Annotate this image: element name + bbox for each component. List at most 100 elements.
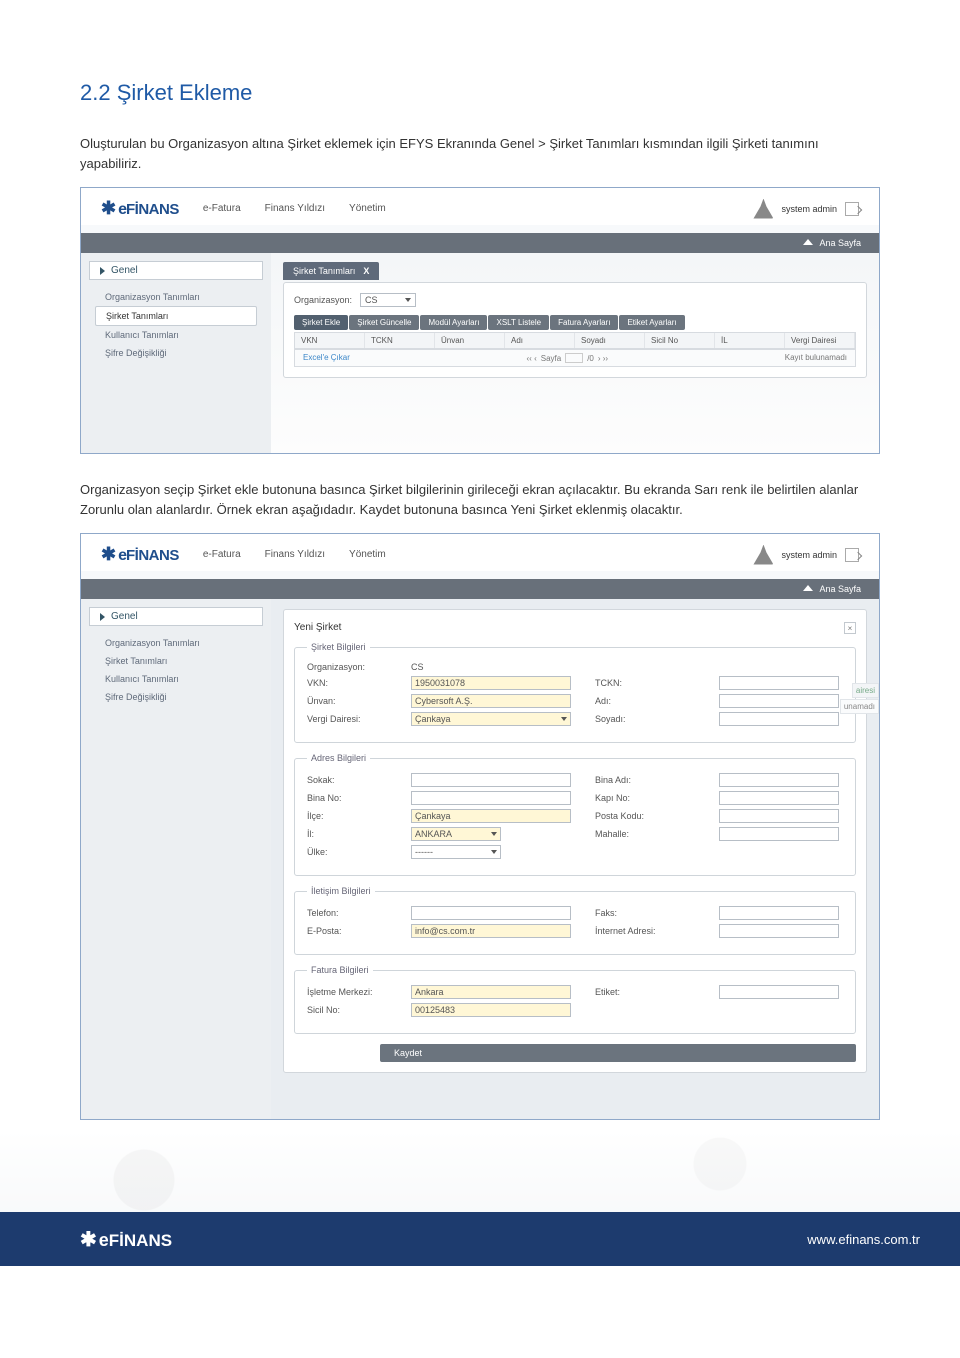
user-name: system admin <box>781 550 837 560</box>
breadcrumb[interactable]: Ana Sayfa <box>81 579 879 599</box>
export-excel[interactable]: Excel'e Çıkar <box>303 353 350 363</box>
snowflake-icon: ✱ <box>80 1227 97 1252</box>
sidebar-item-sirket[interactable]: Şirket Tanımları <box>95 652 257 670</box>
label-etiket: Etiket: <box>595 987 695 997</box>
legend-fatura: Fatura Bilgileri <box>307 965 373 975</box>
select-il[interactable]: ANKARA <box>411 827 501 841</box>
grid-pager[interactable]: ‹‹ ‹ Sayfa /0 › ›› <box>527 353 609 363</box>
breadcrumb[interactable]: Ana Sayfa <box>81 233 879 253</box>
sidebar-item-kullanici[interactable]: Kullanıcı Tanımları <box>95 326 257 344</box>
close-icon[interactable]: × <box>844 622 856 634</box>
label-isletme-merkezi: İşletme Merkezi: <box>307 987 387 997</box>
label-ilce: İlçe: <box>307 811 387 821</box>
close-icon[interactable]: X <box>363 266 369 276</box>
btn-etiket-ayarlari[interactable]: Etiket Ayarları <box>619 315 684 330</box>
sidebar-item-kullanici[interactable]: Kullanıcı Tanımları <box>95 670 257 688</box>
btn-kaydet[interactable]: Kaydet <box>380 1044 856 1062</box>
panel-yeni-sirket-title: Yeni Şirket <box>294 622 341 634</box>
label-bina-adi: Bina Adı: <box>595 775 695 785</box>
vd-value: Çankaya <box>415 714 451 724</box>
btn-modul-ayarlari[interactable]: Modül Ayarları <box>420 315 487 330</box>
label-org: Organizasyon: <box>307 662 387 672</box>
input-faks[interactable] <box>719 906 839 920</box>
input-etiket[interactable] <box>719 985 839 999</box>
btn-sirket-guncelle[interactable]: Şirket Güncelle <box>349 315 419 330</box>
btn-fatura-ayarlari[interactable]: Fatura Ayarları <box>550 315 618 330</box>
chevron-down-icon <box>491 832 497 836</box>
sidebar-group-genel[interactable]: Genel <box>89 261 263 280</box>
input-adi[interactable] <box>719 694 839 708</box>
chevron-down-icon <box>561 717 567 721</box>
snowflake-icon: ✱ <box>101 544 116 565</box>
fieldset-fatura-bilgileri: Fatura Bilgileri İşletme Merkezi: Ankara… <box>294 965 856 1034</box>
input-sokak[interactable] <box>411 773 571 787</box>
label-faks: Faks: <box>595 908 695 918</box>
logout-icon[interactable] <box>845 202 859 216</box>
sidebar-group-genel[interactable]: Genel <box>89 607 263 626</box>
input-bina-adi[interactable] <box>719 773 839 787</box>
label-telefon: Telefon: <box>307 908 387 918</box>
input-unvan[interactable]: Cybersoft A.Ş. <box>411 694 571 708</box>
org-select[interactable]: CS <box>360 293 416 307</box>
btn-sirket-ekle[interactable]: Şirket Ekle <box>294 315 348 330</box>
label-web: İnternet Adresi: <box>595 926 695 936</box>
topmenu-finansyildizi[interactable]: Finans Yıldızı <box>265 549 325 560</box>
app-logo: ✱ e FİNANS <box>101 544 179 565</box>
input-kapi-no[interactable] <box>719 791 839 805</box>
input-vkn[interactable]: 1950031078 <box>411 676 571 690</box>
sidebar-item-org[interactable]: Organizasyon Tanımları <box>95 288 257 306</box>
label-posta: Posta Kodu: <box>595 811 695 821</box>
col-sicilno: Sicil No <box>645 333 715 348</box>
legend-adres: Adres Bilgileri <box>307 753 370 763</box>
topmenu-efatura[interactable]: e-Fatura <box>203 203 241 214</box>
topmenu-efatura[interactable]: e-Fatura <box>203 549 241 560</box>
sidebar-item-org[interactable]: Organizasyon Tanımları <box>95 634 257 652</box>
label-eposta: E-Posta: <box>307 926 387 936</box>
logout-icon[interactable] <box>845 548 859 562</box>
footer-logo: ✱ e FİNANS <box>80 1227 172 1252</box>
pager-label: Sayfa <box>541 354 561 363</box>
logo-finans: FİNANS <box>109 1231 172 1251</box>
input-bina-no[interactable] <box>411 791 571 805</box>
chevron-down-icon <box>491 850 497 854</box>
select-ulke[interactable]: ------ <box>411 845 501 859</box>
pager-input[interactable] <box>565 353 583 363</box>
legend-sirket: Şirket Bilgileri <box>307 642 370 652</box>
input-soyadi[interactable] <box>719 712 839 726</box>
ulke-value: ------ <box>415 847 433 857</box>
logo-finans: FİNANS <box>126 201 179 218</box>
input-sicil-no[interactable]: 00125483 <box>411 1003 571 1017</box>
label-bina-no: Bina No: <box>307 793 387 803</box>
home-icon <box>803 585 813 591</box>
label-unvan: Ünvan: <box>307 696 387 706</box>
input-telefon[interactable] <box>411 906 571 920</box>
label-tckn: TCKN: <box>595 678 695 688</box>
sidebar-item-sifre[interactable]: Şifre Değişikliği <box>95 344 257 362</box>
input-tckn[interactable] <box>719 676 839 690</box>
logo-e: e <box>99 1230 109 1251</box>
input-web[interactable] <box>719 924 839 938</box>
label-soyadi: Soyadı: <box>595 714 695 724</box>
org-value: CS <box>365 295 378 305</box>
tab-sirket-tanimlari[interactable]: Şirket Tanımları X <box>283 262 379 280</box>
input-ilce[interactable]: Çankaya <box>411 809 571 823</box>
input-isletme-merkezi[interactable]: Ankara <box>411 985 571 999</box>
grid-header: VKN TCKN Ünvan Adı Soyadı Sicil No İL Ve… <box>294 332 856 349</box>
col-vkn: VKN <box>295 333 365 348</box>
fieldset-adres-bilgileri: Adres Bilgileri Sokak: Bina Adı: Bina No… <box>294 753 856 876</box>
input-posta[interactable] <box>719 809 839 823</box>
topmenu-finansyildizi[interactable]: Finans Yıldızı <box>265 203 325 214</box>
btn-xslt-listele[interactable]: XSLT Listele <box>488 315 549 330</box>
sidebar-item-sirket[interactable]: Şirket Tanımları <box>95 306 257 326</box>
label-adi: Adı: <box>595 696 695 706</box>
sidebar-item-sifre[interactable]: Şifre Değişikliği <box>95 688 257 706</box>
topmenu-yonetim[interactable]: Yönetim <box>349 549 386 560</box>
input-eposta[interactable]: info@cs.com.tr <box>411 924 571 938</box>
caret-right-icon <box>100 267 105 275</box>
select-vergidairesi[interactable]: Çankaya <box>411 712 571 726</box>
sidebar-title: Genel <box>111 265 138 276</box>
input-mahalle[interactable] <box>719 827 839 841</box>
org-label: Organizasyon: <box>294 295 352 305</box>
intro-paragraph-2: Organizasyon seçip Şirket ekle butonuna … <box>80 480 880 519</box>
topmenu-yonetim[interactable]: Yönetim <box>349 203 386 214</box>
